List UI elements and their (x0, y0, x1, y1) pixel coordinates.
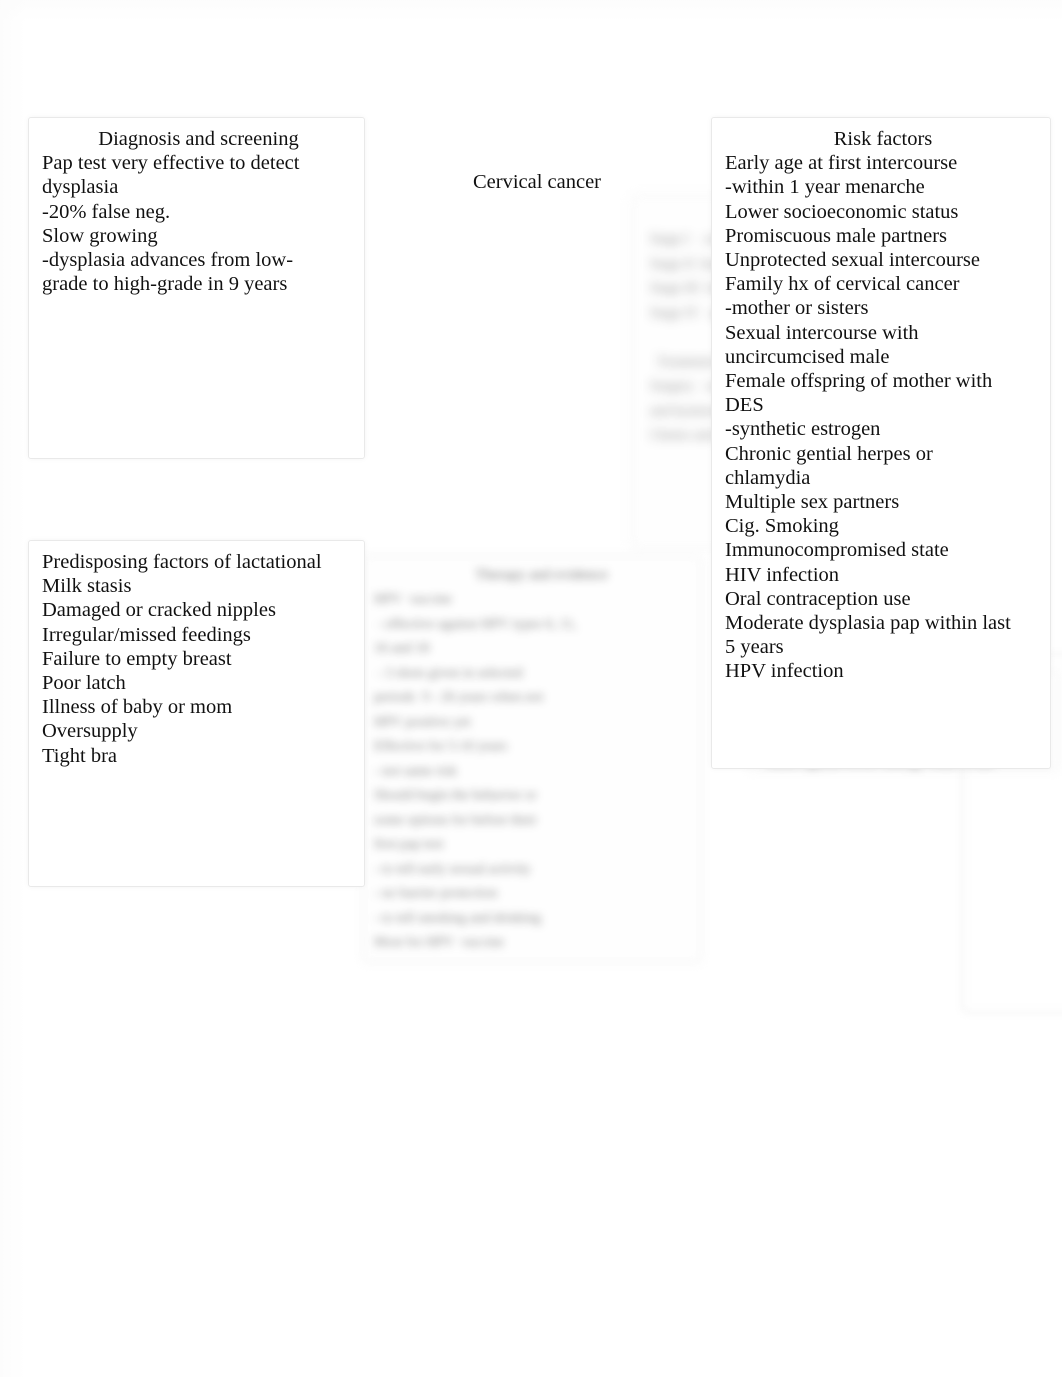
risk-line: Promiscuous male partners (725, 224, 948, 247)
lactational-box-title: Predisposing factors of lactational (42, 551, 322, 573)
blurred-text-line: HPV positive yet (374, 714, 471, 730)
blurred-text-line: Therapy and evidence (460, 567, 608, 583)
diagnosis-line: Slow growing (42, 224, 158, 247)
blurred-text-line: Should begin the behavior or (374, 788, 537, 803)
risk-line: Moderate dysplasia pap within last (725, 612, 1011, 635)
blurred-middle-bottom-content: Therapy and evidence HPV vaccine - effec… (374, 563, 694, 956)
risk-line: HPV infection (725, 660, 844, 683)
risk-line: chlamydia (725, 466, 811, 489)
diagnosis-box-title: Diagnosis and screening (98, 128, 299, 150)
blurred-text-line: - no barrier protection (374, 886, 498, 901)
blurred-middle-bottom-box: Therapy and evidence HPV vaccine - effec… (363, 556, 701, 962)
blurred-text-line: - to tell early sexual activity (374, 861, 531, 877)
lactational-line: Failure to empty breast (42, 647, 232, 670)
lactational-line: Damaged or cracked nipples (42, 599, 276, 622)
lactational-line: Illness of baby or mom (42, 696, 233, 719)
risk-line: Early age at first intercourse (725, 152, 958, 175)
risk-line: Immunocompromised state (725, 539, 949, 562)
risk-line: Oral contraception use (725, 587, 911, 610)
blurred-text-line: HPV vaccine (374, 592, 452, 607)
risk-line: Family hx of cervical cancer (725, 273, 960, 296)
lactational-line: Tight bra (42, 744, 117, 767)
lactational-line: Irregular/missed feedings (42, 623, 251, 646)
risk-line: DES (725, 394, 764, 417)
diagnosis-and-screening-box: Diagnosis and screening Pap test very ef… (28, 117, 365, 459)
lactational-line: Poor latch (42, 672, 126, 695)
lactational-predisposing-factors-box: Predisposing factors of lactational Milk… (28, 540, 365, 887)
cervical-cancer-center-label: Cervical cancer (472, 171, 602, 193)
lactational-line: Oversupply (42, 720, 138, 743)
blurred-text-line: - not same risk (374, 763, 457, 779)
diagnosis-line: -dysplasia advances from low- (42, 249, 294, 272)
lactational-predisposing-factors-content: Predisposing factors of lactational Milk… (42, 550, 355, 768)
risk-line: Chronic gential herpes or (725, 442, 933, 465)
risk-factors-box: Risk factors Early age at first intercou… (711, 117, 1051, 769)
risk-line: Unprotected sexual intercourse (725, 249, 981, 272)
diagnosis-line: dysplasia (42, 176, 119, 199)
risk-box-title: Risk factors (833, 128, 933, 150)
blurred-text-line: Effective for 5-10 years (374, 739, 508, 754)
risk-line: Cig. Smoking (725, 515, 839, 538)
risk-line: -mother or sisters (725, 297, 869, 320)
risk-line: -within 1 year menarche (725, 176, 925, 199)
risk-line: Multiple sex partners (725, 491, 900, 514)
diagnosis-line: Pap test very effective to detect (42, 152, 300, 175)
diagnosis-line: grade to high-grade in 9 years (42, 273, 288, 296)
blurred-text-line: Most for HPV vaccine (374, 935, 504, 950)
risk-factors-content: Risk factors Early age at first intercou… (725, 127, 1041, 684)
risk-line: HIV infection (725, 563, 840, 586)
risk-line: 5 years (725, 636, 784, 659)
risk-line: Female offspring of mother with (725, 370, 993, 393)
blurred-text-line: - 3 shots given in selected (374, 665, 523, 681)
blurred-text-line: - effective against HPV types 6, 11, (374, 616, 577, 632)
blurred-text-line: first pap test (374, 837, 444, 852)
lactational-line: Milk stasis (42, 575, 132, 598)
risk-line: -synthetic estrogen (725, 418, 881, 441)
blurred-text-line: periods 9 - 26 years when not (374, 690, 544, 705)
blurred-text-line: some options for before their (374, 812, 537, 828)
risk-line: uncircumcised male (725, 345, 890, 368)
diagnosis-and-screening-content: Diagnosis and screening Pap test very ef… (42, 127, 355, 296)
diagnosis-line: -20% false neg. (42, 200, 171, 223)
document-canvas: Stages Stage I cervix only Stage II beyo… (0, 0, 1062, 1377)
risk-line: Sexual intercourse with (725, 321, 919, 344)
blurred-text-line: 16 and 18 (374, 641, 430, 656)
risk-line: Lower socioeconomic status (725, 200, 959, 223)
blurred-text-line: - to tell smoking and drinking (374, 910, 541, 926)
